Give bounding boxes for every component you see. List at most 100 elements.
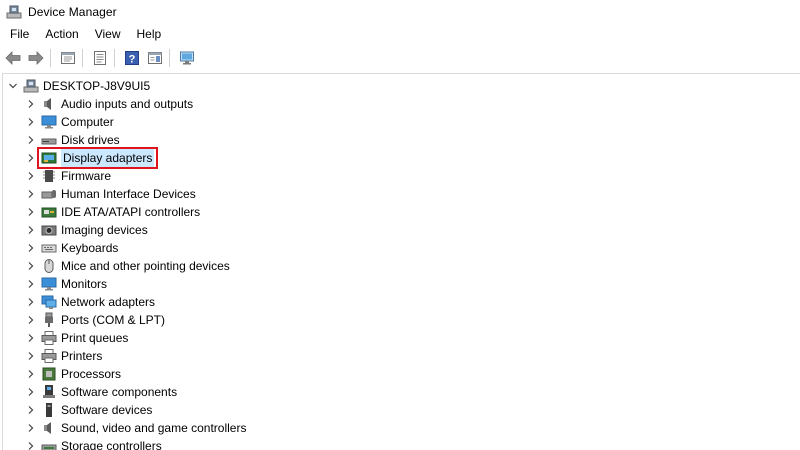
chevron-right-icon[interactable] bbox=[23, 437, 39, 450]
chevron-right-icon[interactable] bbox=[23, 293, 39, 311]
chevron-right-icon[interactable] bbox=[23, 221, 39, 239]
tree-item-label: Computer bbox=[61, 115, 114, 129]
software-component-icon bbox=[41, 384, 57, 400]
chevron-right-icon[interactable] bbox=[23, 113, 39, 131]
root-label: DESKTOP-J8V9UI5 bbox=[43, 79, 151, 93]
speaker-icon bbox=[41, 420, 57, 436]
tree-item-audio-inputs-and-outputs[interactable]: Audio inputs and outputs bbox=[23, 95, 193, 113]
tree-item-label: Printers bbox=[61, 349, 103, 363]
tree-item-label: Imaging devices bbox=[61, 223, 148, 237]
forward-button[interactable] bbox=[26, 48, 46, 68]
monitor-icon bbox=[41, 114, 57, 130]
chevron-right-icon[interactable] bbox=[23, 419, 39, 437]
scan-hardware-icon bbox=[180, 51, 194, 65]
tree-item-label: Human Interface Devices bbox=[61, 187, 196, 201]
forward-arrow-icon bbox=[28, 51, 44, 65]
chevron-right-icon[interactable] bbox=[23, 95, 39, 113]
tree-item-display-adapters[interactable]: Display adapters bbox=[23, 147, 159, 169]
monitor-icon bbox=[41, 276, 57, 292]
chevron-right-icon[interactable] bbox=[23, 311, 39, 329]
menu-view[interactable]: View bbox=[87, 24, 129, 44]
port-icon bbox=[41, 312, 57, 328]
tree-item-ports-com-lpt[interactable]: Ports (COM & LPT) bbox=[23, 311, 165, 329]
tree-item-software-components[interactable]: Software components bbox=[23, 383, 177, 401]
help-icon: ? bbox=[125, 51, 139, 66]
tree-item-human-interface-devices[interactable]: Human Interface Devices bbox=[23, 185, 196, 203]
title-bar: Device Manager bbox=[0, 0, 800, 24]
chevron-right-icon[interactable] bbox=[23, 185, 39, 203]
show-hide-console-tree-icon bbox=[94, 51, 106, 65]
tree-item-label: Display adapters bbox=[61, 149, 155, 167]
tree-item-keyboards[interactable]: Keyboards bbox=[23, 239, 118, 257]
scan-hardware-button[interactable] bbox=[177, 48, 197, 68]
toolbar-separator bbox=[50, 49, 51, 67]
tree-item-ide-ata-atapi-controllers[interactable]: IDE ATA/ATAPI controllers bbox=[23, 203, 200, 221]
chevron-right-icon[interactable] bbox=[23, 383, 39, 401]
tree-item-label: Monitors bbox=[61, 277, 108, 291]
tree-item-label: Network adapters bbox=[61, 295, 156, 309]
tree-item-mice-and-other-pointing-devices[interactable]: Mice and other pointing devices bbox=[23, 257, 230, 275]
tree-item-label: Software components bbox=[61, 385, 178, 399]
window-title: Device Manager bbox=[28, 5, 117, 19]
speaker-icon bbox=[41, 96, 57, 112]
tree-item-firmware[interactable]: Firmware bbox=[23, 167, 111, 185]
firmware-chip-icon bbox=[41, 168, 57, 184]
tree-item-label: Audio inputs and outputs bbox=[61, 97, 194, 111]
chevron-right-icon[interactable] bbox=[23, 329, 39, 347]
menu-action[interactable]: Action bbox=[37, 24, 86, 44]
tree-item-computer[interactable]: Computer bbox=[23, 113, 114, 131]
chevron-right-icon[interactable] bbox=[23, 203, 39, 221]
disk-drive-icon bbox=[41, 132, 57, 148]
tree-item-printers[interactable]: Printers bbox=[23, 347, 102, 365]
properties-button[interactable] bbox=[58, 48, 78, 68]
tree-item-sound-video-and-game-controllers[interactable]: Sound, video and game controllers bbox=[23, 419, 246, 437]
tree-item-network-adapters[interactable]: Network adapters bbox=[23, 293, 155, 311]
chevron-right-icon[interactable] bbox=[23, 239, 39, 257]
tree-item-software-devices[interactable]: Software devices bbox=[23, 401, 152, 419]
chevron-right-icon[interactable] bbox=[23, 401, 39, 419]
chevron-right-icon[interactable] bbox=[23, 347, 39, 365]
toolbar-separator bbox=[114, 49, 115, 67]
tree-item-label: Firmware bbox=[61, 169, 111, 183]
software-device-icon bbox=[41, 402, 57, 418]
tree-item-label: Software devices bbox=[61, 403, 153, 417]
properties-icon bbox=[61, 52, 75, 64]
tree-item-label: IDE ATA/ATAPI controllers bbox=[61, 205, 201, 219]
svg-text:?: ? bbox=[129, 54, 136, 66]
mouse-icon bbox=[41, 258, 57, 274]
tree-item-print-queues[interactable]: Print queues bbox=[23, 329, 128, 347]
chevron-right-icon[interactable] bbox=[23, 365, 39, 383]
chevron-right-icon[interactable] bbox=[23, 167, 39, 185]
processor-icon bbox=[41, 366, 57, 382]
hid-icon bbox=[41, 186, 57, 202]
tree-root-node[interactable]: DESKTOP-J8V9UI5 bbox=[5, 77, 150, 95]
action-pane-icon bbox=[148, 52, 162, 64]
network-adapter-icon bbox=[41, 294, 57, 310]
chevron-right-icon[interactable] bbox=[23, 275, 39, 293]
keyboard-icon bbox=[41, 240, 57, 256]
chevron-down-icon[interactable] bbox=[5, 77, 21, 95]
toolbar-separator bbox=[82, 49, 83, 67]
menu-help[interactable]: Help bbox=[129, 24, 170, 44]
printer-icon bbox=[41, 348, 57, 364]
toolbar-separator bbox=[169, 49, 170, 67]
storage-controller-icon bbox=[41, 438, 57, 450]
tree-item-label: Processors bbox=[61, 367, 122, 381]
tree-item-processors[interactable]: Processors bbox=[23, 365, 121, 383]
chevron-right-icon[interactable] bbox=[23, 257, 39, 275]
menu-file[interactable]: File bbox=[0, 24, 37, 44]
action-pane-button[interactable] bbox=[145, 48, 165, 68]
tree-item-imaging-devices[interactable]: Imaging devices bbox=[23, 221, 148, 239]
tree-item-monitors[interactable]: Monitors bbox=[23, 275, 107, 293]
console-tree-button[interactable] bbox=[90, 48, 110, 68]
device-tree: DESKTOP-J8V9UI5 Audio inputs and outputs… bbox=[2, 73, 800, 450]
back-arrow-icon bbox=[5, 51, 21, 65]
tree-item-label: Keyboards bbox=[61, 241, 119, 255]
help-button[interactable]: ? bbox=[122, 48, 142, 68]
back-button[interactable] bbox=[3, 48, 23, 68]
camera-icon bbox=[41, 222, 57, 238]
tree-item-label: Storage controllers bbox=[61, 439, 162, 450]
computer-root-icon bbox=[23, 78, 39, 94]
tree-item-storage-controllers[interactable]: Storage controllers bbox=[23, 437, 162, 450]
highlight-box: Display adapters bbox=[37, 147, 159, 169]
